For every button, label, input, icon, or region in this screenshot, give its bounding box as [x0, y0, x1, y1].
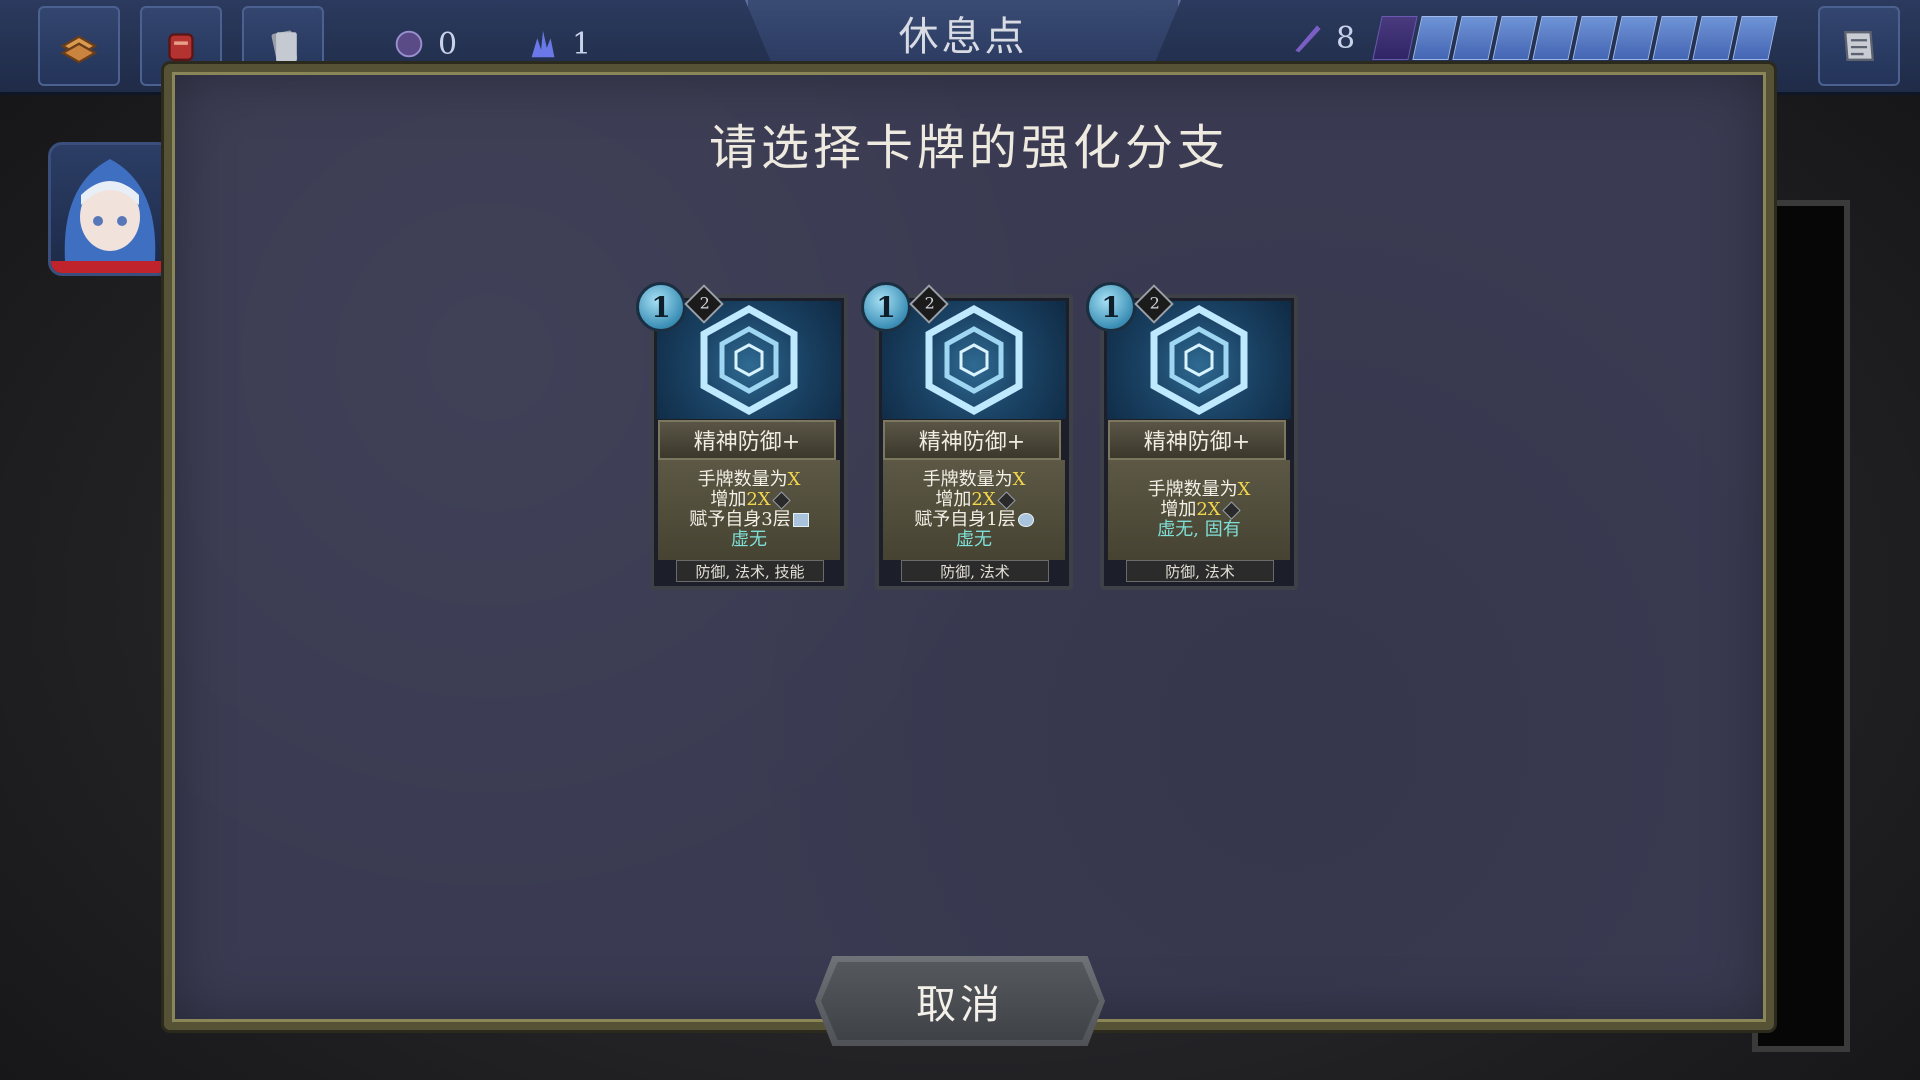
energy-segment	[1692, 16, 1738, 60]
card-pile-icon	[271, 30, 298, 64]
map-button[interactable]	[1818, 6, 1900, 86]
deck-icon	[60, 35, 98, 64]
card-name: 精神防御+	[658, 420, 836, 460]
upgrade-branch-dialog: 请选择卡牌的强化分支 1 2 精神防御+ 手牌数量为X 增加2X 赋予自身3层 …	[164, 64, 1774, 1030]
feather-icon	[1295, 25, 1321, 53]
cancel-button[interactable]: 取消	[815, 956, 1105, 1046]
upgrade-card-option-1[interactable]: 1 2 精神防御+ 手牌数量为X 增加2X 赋予自身3层 虚无 防御, 法术, …	[636, 282, 848, 590]
card-keyword: 虚无, 固有	[1157, 519, 1241, 540]
flame-count: 1	[572, 26, 592, 62]
deck-button[interactable]	[38, 6, 120, 86]
hooded-character-avatar	[64, 159, 156, 261]
gem-icon	[771, 490, 791, 510]
deck-energy-bar: 8	[1290, 16, 1778, 60]
card-art	[882, 301, 1066, 419]
relic-icon	[168, 33, 194, 61]
hexagon-shield-icon	[1150, 304, 1248, 416]
buff-status-icon	[792, 513, 809, 527]
location-title-plate: 休息点	[745, 0, 1181, 73]
energy-segment	[1612, 16, 1658, 60]
card-tags: 防御, 法术	[1126, 560, 1274, 582]
energy-segment	[1412, 16, 1458, 60]
card-description: 手牌数量为X 增加2X 虚无, 固有	[1108, 460, 1290, 560]
card-art	[1107, 301, 1291, 419]
card-tags: 防御, 法术, 技能	[676, 560, 824, 582]
card-description: 手牌数量为X 增加2X 赋予自身3层 虚无	[658, 460, 840, 560]
gem-icon	[1221, 500, 1241, 520]
blue-flame-icon	[531, 30, 555, 58]
energy-segment	[1372, 16, 1418, 60]
cancel-button-label: 取消	[916, 982, 1004, 1028]
energy-segment	[1452, 16, 1498, 60]
buff-status-icon	[1017, 513, 1034, 527]
energy-cost-badge: 1	[861, 282, 911, 332]
crystal-orb-icon	[395, 30, 423, 58]
energy-segment	[1572, 16, 1618, 60]
card-tags: 防御, 法术	[901, 560, 1049, 582]
card-description: 手牌数量为X 增加2X 赋予自身1层 虚无	[883, 460, 1065, 560]
hexagon-shield-icon	[700, 304, 798, 416]
upgrade-card-option-2[interactable]: 1 2 精神防御+ 手牌数量为X 增加2X 赋予自身1层 虚无 防御, 法术	[861, 282, 1073, 590]
energy-segment	[1732, 16, 1778, 60]
card-keyword: 虚无	[731, 529, 767, 550]
character-portrait[interactable]	[48, 142, 172, 276]
orb-count: 0	[438, 26, 458, 62]
location-title: 休息点	[898, 14, 1028, 60]
energy-cost-badge: 1	[1086, 282, 1136, 332]
hexagon-shield-icon	[925, 304, 1023, 416]
card-name: 精神防御+	[1108, 420, 1286, 460]
health-bar	[51, 261, 169, 273]
gem-icon	[996, 490, 1016, 510]
flame-counter: 1	[524, 18, 591, 70]
map-scroll-icon	[1843, 31, 1875, 61]
deck-count: 8	[1336, 20, 1356, 56]
upgrade-card-option-3[interactable]: 1 2 精神防御+ 手牌数量为X 增加2X 虚无, 固有 防御, 法术	[1086, 282, 1298, 590]
card-name: 精神防御+	[883, 420, 1061, 460]
card-art	[657, 301, 841, 419]
card-keyword: 虚无	[956, 529, 992, 550]
orb-counter: 0	[390, 18, 457, 70]
energy-segment	[1652, 16, 1698, 60]
dialog-title: 请选择卡牌的强化分支	[708, 120, 1229, 176]
energy-segment	[1532, 16, 1578, 60]
energy-segment	[1492, 16, 1538, 60]
energy-cost-badge: 1	[636, 282, 686, 332]
